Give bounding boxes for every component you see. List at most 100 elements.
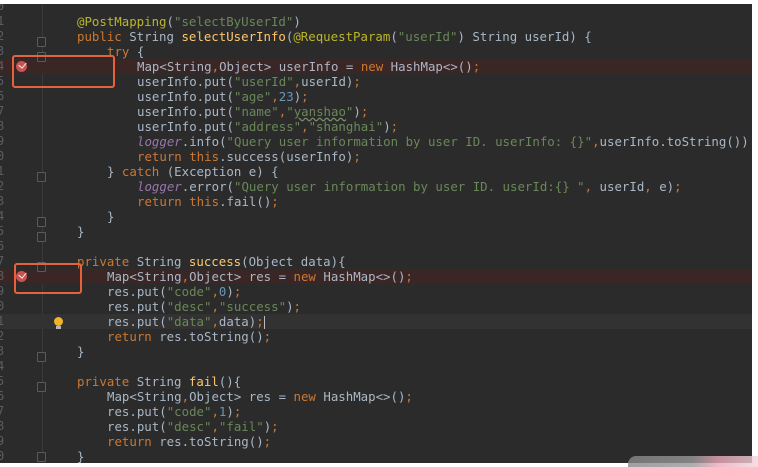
line-number[interactable]: 6: [0, 389, 9, 404]
code-line[interactable]: 1} catch (Exception e) {: [0, 164, 752, 179]
line-number[interactable]: 2: [0, 329, 9, 344]
line-number[interactable]: 1: [0, 14, 9, 29]
line-number[interactable]: 6: [0, 89, 9, 104]
line-number[interactable]: 4: [0, 209, 9, 224]
fold-marker-icon[interactable]: [37, 452, 46, 462]
fold-marker-icon[interactable]: [37, 352, 46, 362]
code-line[interactable]: 7 userInfo.put("name","yanshao");: [0, 104, 752, 119]
code-line[interactable]: 1 res.put("data",data);: [0, 314, 752, 329]
fold-marker-icon[interactable]: [37, 382, 46, 392]
code-line[interactable]: 0: [0, 4, 752, 14]
line-number[interactable]: 9: [0, 134, 9, 149]
line-number[interactable]: 4: [0, 359, 9, 374]
code-token: ;: [271, 419, 279, 434]
code-token: ,: [211, 314, 219, 329]
code-line[interactable]: 3}: [0, 344, 752, 359]
code-token: res.put(: [107, 284, 167, 299]
line-number[interactable]: 9: [0, 434, 9, 449]
code-line[interactable]: 0 return this.success(userInfo);: [0, 149, 752, 164]
line-number[interactable]: 3: [0, 44, 9, 59]
code-token: ;: [405, 389, 413, 404]
code-token: {: [136, 44, 145, 59]
line-number[interactable]: 7: [0, 104, 9, 119]
code-token: Map<String: [107, 389, 182, 404]
code-token: logger: [137, 179, 182, 194]
line-number[interactable]: 0: [0, 449, 9, 463]
code-token: ;: [301, 89, 309, 104]
code-line[interactable]: 3 return this.fail();: [0, 194, 752, 209]
code-text: res.put("code",0);: [107, 284, 241, 299]
code-line[interactable]: 2 return res.toString();: [0, 329, 752, 344]
code-line[interactable]: 5 private String fail(){: [0, 374, 752, 389]
code-token: ;: [233, 284, 242, 299]
code-token: }: [77, 224, 85, 239]
breakpoint-highlight-box: [12, 55, 115, 88]
code-line[interactable]: 8 Map<String,Object> res = new HashMap<>(…: [0, 269, 752, 284]
code-token: userInfo.put(: [137, 74, 234, 89]
code-token: ,: [211, 284, 219, 299]
code-line[interactable]: 6 userInfo.put("age",23);: [0, 89, 752, 104]
line-number[interactable]: 8: [0, 119, 9, 134]
code-line[interactable]: 1 @PostMapping("selectByUserId"): [0, 14, 752, 29]
line-number[interactable]: 0: [0, 299, 9, 314]
breakpoint-highlight-box: [14, 263, 82, 294]
fold-marker-icon[interactable]: [37, 232, 46, 242]
line-number[interactable]: 0: [0, 149, 9, 164]
code-token: "fail": [218, 419, 264, 434]
code-line[interactable]: 8 res.put("desc","fail");: [0, 419, 752, 434]
code-token: catch: [121, 164, 167, 179]
line-number[interactable]: 4: [0, 59, 9, 74]
line-number[interactable]: 0: [0, 4, 9, 14]
line-number[interactable]: 3: [0, 194, 9, 209]
code-token: Object> res =: [189, 389, 294, 404]
code-token: ,: [181, 389, 190, 404]
code-line[interactable]: 4}: [0, 209, 752, 224]
line-number[interactable]: 7: [0, 254, 9, 269]
code-line[interactable]: 0 res.put("desc","success");: [0, 299, 752, 314]
line-number[interactable]: 7: [0, 404, 9, 419]
code-token: ;: [263, 434, 272, 449]
fold-marker-icon[interactable]: [37, 172, 46, 182]
code-token: res.toString(): [159, 434, 264, 449]
text-cursor: [263, 316, 265, 329]
code-line[interactable]: 2 public String selectUserInfo (@RequestPa…: [0, 29, 752, 44]
fold-marker-icon[interactable]: [37, 217, 46, 227]
code-line[interactable]: 8 userInfo.put("address","shanghai");: [0, 119, 752, 134]
code-token: "code": [166, 284, 212, 299]
code-text: }: [77, 224, 84, 239]
code-line[interactable]: 6: [0, 239, 752, 254]
code-line[interactable]: 9 res.put("code",0);: [0, 284, 752, 299]
fold-marker-icon[interactable]: [37, 37, 46, 47]
code-token: ;: [360, 104, 369, 119]
line-number[interactable]: 1: [0, 164, 9, 179]
code-token: "desc": [166, 419, 212, 434]
lightbulb-intention-icon[interactable]: [54, 317, 63, 329]
code-line[interactable]: 9 return res.toString();: [0, 434, 752, 449]
line-number[interactable]: 5: [0, 374, 9, 389]
code-line[interactable]: 2 logger.error("Query user information by…: [0, 179, 752, 194]
code-text: private String fail(){: [77, 374, 241, 389]
code-line[interactable]: 7 res.put("code",1);: [0, 404, 752, 419]
code-token: logger: [137, 134, 182, 149]
code-line[interactable]: 5}: [0, 224, 752, 239]
code-line[interactable]: 6 Map<String,Object> res = new HashMap<>(…: [0, 389, 752, 404]
code-line[interactable]: 9 logger.info("Query user information by …: [0, 134, 752, 149]
line-number[interactable]: 6: [0, 239, 9, 254]
line-number[interactable]: 5: [0, 74, 9, 89]
line-number[interactable]: 1: [0, 314, 9, 329]
code-text: public String selectUserInfo (@RequestPar…: [77, 29, 592, 44]
code-line[interactable]: 4: [0, 359, 752, 374]
line-number[interactable]: 2: [0, 179, 9, 194]
line-number[interactable]: 9: [0, 284, 9, 299]
line-number[interactable]: 8: [0, 419, 9, 434]
code-line[interactable]: 7 private String success(Object data){: [0, 254, 752, 269]
code-token: (Object data){: [241, 254, 346, 269]
code-text: @PostMapping("selectByUserId"): [77, 14, 301, 29]
line-number[interactable]: 2: [0, 29, 9, 44]
line-number[interactable]: 5: [0, 224, 9, 239]
line-number[interactable]: 3: [0, 344, 9, 359]
code-token: "userId": [233, 74, 294, 89]
code-token: res.put(: [107, 419, 167, 434]
line-number[interactable]: 8: [0, 269, 9, 284]
code-text: res.put("desc","success");: [107, 299, 301, 314]
